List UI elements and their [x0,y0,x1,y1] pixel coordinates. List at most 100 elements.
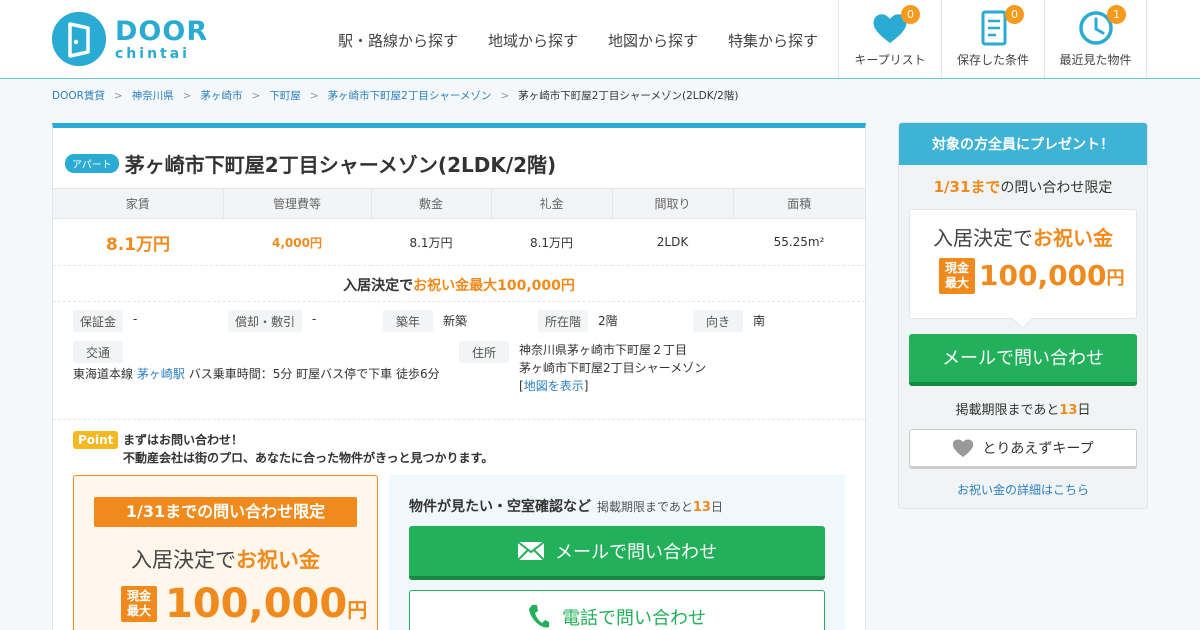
keep-list-button[interactable]: 0 キープリスト [838,0,941,78]
attr-value-direction: 南 [753,314,766,328]
header-deposit: 敷金 [370,188,491,219]
attr-value-guarantee: - [133,312,138,326]
sidebar-mail-button[interactable]: メールで問い合わせ [909,334,1137,386]
sidebar-detail-link[interactable]: お祝い金の詳細はこちら [957,483,1089,497]
phone-icon [529,605,549,628]
breadcrumb-building[interactable]: 茅ヶ崎市下町屋2丁目シャーメゾン [328,88,492,103]
heart-icon [953,439,974,457]
rent-value: 8.1万円 [105,234,171,255]
logo-chintai-text: chintai [115,45,190,62]
sidebar-limit-date: 1/31まで [933,178,1001,196]
attr-label-built-year: 築年 [383,310,433,332]
header-layout: 間取り [611,188,733,219]
recently-viewed-count-badge: 1 [1107,5,1126,24]
nav-station-search[interactable]: 駅・路線から探す [338,28,458,53]
header-key-money: 礼金 [490,188,612,219]
traffic-line: 東海道本線 [73,367,134,381]
sidebar-keep-button[interactable]: とりあえずキープ [909,429,1137,469]
point-section: Point まずはお問い合わせ！ 不動産会社は街のプロ、あなたに合った物件がきっ… [53,419,865,465]
keep-list-label: キープリスト [854,53,926,67]
sidebar-limit-text: の問い合わせ限定 [1000,180,1113,196]
attr-value-amortization: - [312,312,317,326]
recently-viewed-label: 最近見た物件 [1059,53,1132,67]
phone-inquiry-button[interactable]: 電話で問い合わせ [409,590,825,630]
property-attributes: 保証金 - 償却・敷引 - 築年 新築 所在階 2階 向き南 交通 東海道本線 茅ヶ崎駅… [73,310,766,393]
breadcrumb: DOOR賃貸 > 神奈川県 > 茅ヶ崎市 > 下町屋 > 茅ヶ崎市下町屋2丁目シャーメゾ… [52,88,739,103]
sidebar-deadline-suffix: 日 [1077,403,1091,418]
attr-value-floor: 2階 [598,314,618,328]
nav-map-search[interactable]: 地図から探す [608,28,698,53]
header-management: 管理費等 [222,188,371,219]
sidebar-unit: 円 [1106,268,1125,289]
breadcrumb-prefecture[interactable]: 神奈川県 [132,88,174,103]
nav-area-search[interactable]: 地域から探す [488,28,578,53]
contact-heading: 物件が見たい・空室確認など [409,499,591,515]
attr-label-address: 住所 [459,341,509,363]
main-nav: 駅・路線から探す 地域から探す 地図から探す 特集から探す [338,28,818,53]
nav-feature-search[interactable]: 特集から探す [728,28,818,53]
sidebar-header: 対象の方全員にプレゼント！ [899,123,1147,165]
sidebar-deadline-prefix: 掲載期限まであと [955,403,1060,418]
sidebar-amount: 100,000 [979,259,1107,292]
address-line-1: 神奈川県茅ヶ崎市下町屋２丁目 [519,343,688,357]
recently-viewed-button[interactable]: 1 最近見た物件 [1044,0,1147,78]
attr-label-traffic: 交通 [73,341,123,363]
contact-box: 物件が見たい・空室確認など 掲載期限まであと13日 メールで問い合わせ 電話で問い… [389,475,845,630]
sidebar-promo: 対象の方全員にプレゼント！ 1/31までの問い合わせ限定 入居決定でお祝い金 現… [898,122,1148,509]
header-area: 面積 [732,188,865,219]
traffic-station-link[interactable]: 茅ヶ崎駅 [137,367,185,381]
property-card: アパート 茅ヶ崎市下町屋2丁目シャーメゾン(2LDK/2階) 家賃 管理費等 敷… [52,123,866,630]
sidebar-line-prefix: 入居決定で [933,226,1033,250]
attr-value-built-year: 新築 [443,314,468,328]
breadcrumb-door[interactable]: DOOR賃貸 [52,88,105,103]
bonus-amount-text: お祝い金最大100,000円 [413,278,575,294]
mail-icon [517,541,545,561]
bonus-line: 入居決定でお祝い金最大100,000円 [53,270,865,302]
attr-label-amortization: 償却・敷引 [228,310,303,332]
mail-inquiry-label: メールで問い合わせ [555,542,717,563]
gift-cash-tag: 現金 最大 [121,586,157,622]
saved-conditions-button[interactable]: 0 保存した条件 [941,0,1044,78]
sidebar-cash-tag: 現金 最大 [939,258,975,294]
logo-door-text: DOOR [115,15,209,47]
sidebar-deadline-days: 13 [1059,403,1078,418]
saved-conditions-count-badge: 0 [1005,5,1024,24]
attr-label-direction: 向き [693,310,743,332]
gift-line-emph: お祝い金 [236,548,320,572]
sidebar-line-emph: お祝い金 [1033,226,1113,250]
gift-line-prefix: 入居決定で [131,548,236,572]
breadcrumb-city[interactable]: 茅ヶ崎市 [201,88,243,103]
header-rent: 家賃 [53,188,223,219]
gift-promo-header: 1/31までの問い合わせ限定 [94,497,357,527]
phone-inquiry-label: 電話で問い合わせ [562,608,706,629]
attr-label-guarantee: 保証金 [73,310,124,332]
site-logo[interactable]: DOOR chintai [52,12,208,66]
breadcrumb-current: 茅ヶ崎市下町屋2丁目シャーメゾン(2LDK/2階) [518,90,739,102]
sidebar-gift-box: 入居決定でお祝い金 現金 最大 100,000 円 [909,209,1137,319]
bonus-prefix: 入居決定で [343,278,414,294]
point-line-1: まずはお問い合わせ！ [123,433,244,447]
management-fee-value: 4,000円 [272,235,322,250]
site-header: DOOR chintai 駅・路線から探す 地域から探す 地図から探す 特集から… [0,0,1200,79]
address-line-2: 茅ヶ崎市下町屋2丁目シャーメゾン [519,361,707,375]
sidebar-keep-label: とりあえずキープ [982,441,1094,457]
price-table: 家賃 管理費等 敷金 礼金 間取り 面積 8.1万円 4,000円 8.1万円 … [53,188,865,266]
gift-promo-box: 1/31までの問い合わせ限定 入居決定でお祝い金 現金 最大 100,000 円 [73,475,378,630]
saved-conditions-label: 保存した条件 [956,53,1029,67]
breadcrumb-town[interactable]: 下町屋 [269,88,301,103]
key-money-value: 8.1万円 [491,218,612,266]
contact-deadline-suffix: 日 [710,500,723,514]
gift-amount: 100,000 [165,581,348,627]
contact-deadline-prefix: 掲載期限まであと [597,500,693,514]
property-type-tag: アパート [65,154,119,173]
layout-value: 2LDK [612,218,733,266]
attr-label-floor: 所在階 [538,310,589,332]
traffic-detail: バス乗車時間：5分 町屋バス停で下車 徒歩6分 [188,367,440,381]
mail-inquiry-button[interactable]: メールで問い合わせ [409,526,825,580]
area-value: 55.25m² [733,218,865,266]
map-link[interactable]: 地図を表示 [524,379,584,393]
property-title: 茅ヶ崎市下町屋2丁目シャーメゾン(2LDK/2階) [124,153,557,177]
point-line-2: 不動産会社は街のプロ、あなたに合った物件がきっと見つかります。 [123,451,494,465]
door-logo-icon [52,12,106,66]
gift-unit: 円 [347,598,368,622]
